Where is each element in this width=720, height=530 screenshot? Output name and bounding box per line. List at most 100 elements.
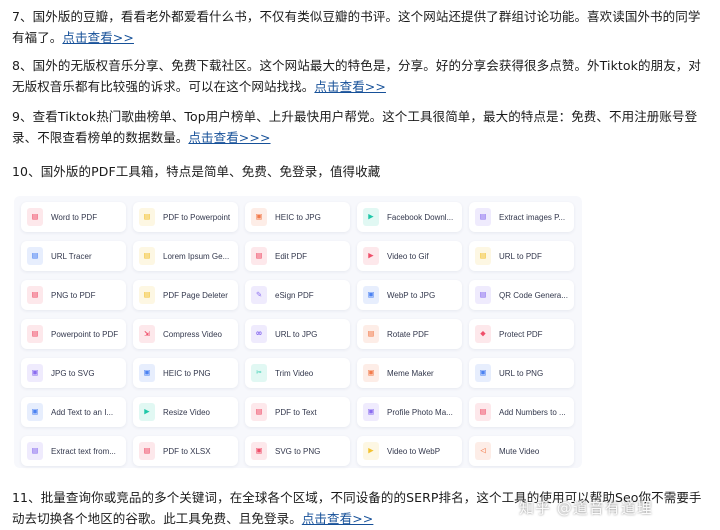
tool-tile[interactable]: ▣ JPG to SVG [21,358,126,388]
tool-label: URL to PDF [499,251,542,261]
document-icon: ▤ [27,442,43,460]
tool-label: HEIC to JPG [275,212,321,222]
tool-tile[interactable]: ▤ Word to PDF [21,202,126,232]
tool-tile[interactable]: ✂ Trim Video [245,358,350,388]
tool-label: Edit PDF [275,251,308,261]
paragraph-text: 10、国外版的PDF工具箱，特点是简单、免费、免登录，值得收藏 [12,164,381,179]
tool-label: Compress Video [163,329,222,339]
mute-icon: ◁ [475,442,491,460]
document-icon: ▤ [475,286,491,304]
tool-label: Word to PDF [51,212,98,222]
document-icon: ▤ [27,286,43,304]
tool-tile[interactable]: ▤ Extract images P... [469,202,574,232]
tool-label: URL to PNG [499,368,544,378]
document-icon: ▤ [27,208,43,226]
view-link-9[interactable]: 点击查看>>> [188,130,270,145]
tool-tile[interactable]: ▣ WebP to JPG [357,280,462,310]
view-link-8[interactable]: 点击查看>> [314,79,386,94]
tool-label: Video to Gif [387,251,429,261]
tool-label: Protect PDF [499,329,543,339]
image-icon: ▣ [27,403,43,421]
image-icon: ▣ [251,208,267,226]
tool-tile[interactable]: ▤ Lorem Ipsum Ge... [133,241,238,271]
tool-tile[interactable]: ▶ Resize Video [133,397,238,427]
tool-label: Profile Photo Ma... [387,407,453,417]
tool-label: Video to WebP [387,446,441,456]
pdf-tools-grid: ▤ Word to PDF ▤ PDF to Powerpoint ▣ HEIC to J… [14,196,582,468]
image-icon: ▣ [27,364,43,382]
tool-label: WebP to JPG [387,290,436,300]
tool-label: Powerpoint to PDF [51,329,119,339]
zhihu-watermark: 知乎 @道音有道理 [519,499,653,517]
tool-tile[interactable]: ▤ Add Numbers to ... [469,397,574,427]
tool-label: PDF to Text [275,407,317,417]
tool-tile[interactable]: ▤ PNG to PDF [21,280,126,310]
tool-tile[interactable]: ▤ PDF to XLSX [133,436,238,466]
tool-label: HEIC to PNG [163,368,211,378]
tool-label: Meme Maker [387,368,434,378]
tool-label: PNG to PDF [51,290,96,300]
tool-tile[interactable]: ▶ Video to WebP [357,436,462,466]
link-icon: ∞ [251,325,267,343]
document-icon: ▤ [27,325,43,343]
tool-tile[interactable]: ▤ Rotate PDF [357,319,462,349]
tool-tile[interactable]: ▤ PDF to Text [245,397,350,427]
compress-icon: ⇲ [139,325,155,343]
image-icon: ▣ [251,442,267,460]
tool-tile[interactable]: ▤ Powerpoint to PDF [21,319,126,349]
document-icon: ▤ [139,286,155,304]
tool-tile[interactable]: ▤ QR Code Genera... [469,280,574,310]
tool-tile[interactable]: ▣ SVG to PNG [245,436,350,466]
image-icon: ▣ [475,364,491,382]
tool-tile[interactable]: ▶ Video to Gif [357,241,462,271]
tool-tile[interactable]: ◁ Mute Video [469,436,574,466]
tool-label: Mute Video [499,446,540,456]
tool-label: PDF to XLSX [163,446,211,456]
tool-tile[interactable]: ▤ Extract text from... [21,436,126,466]
tool-label: Lorem Ipsum Ge... [163,251,230,261]
tool-tile[interactable]: ▣ Profile Photo Ma... [357,397,462,427]
tool-tile[interactable]: ◆ Protect PDF [469,319,574,349]
document-icon: ▤ [475,208,491,226]
paragraph-7: 7、国外版的豆瓣，看看老外都爱看什么书，不仅有类似豆瓣的书评。这个网站还提供了群… [12,6,712,48]
tool-label: JPG to SVG [51,368,95,378]
image-icon: ▣ [139,364,155,382]
tool-tile[interactable]: ▤ Edit PDF [245,241,350,271]
video-icon: ▶ [363,208,379,226]
tool-tile[interactable]: ▤ PDF to Powerpoint [133,202,238,232]
tool-label: Extract images P... [499,212,566,222]
tool-tile[interactable]: ∞ URL to JPG [245,319,350,349]
tool-tile[interactable]: ▤ PDF Page Deleter [133,280,238,310]
tool-tile[interactable]: ▤ URL to PDF [469,241,574,271]
video-icon: ▶ [363,247,379,265]
tool-tile[interactable]: ▤ URL Tracer [21,241,126,271]
tool-tile[interactable]: ⇲ Compress Video [133,319,238,349]
view-link-7[interactable]: 点击查看>> [62,30,134,45]
document-icon: ▤ [139,247,155,265]
tool-label: Add Text to an I... [51,407,114,417]
image-icon: ▣ [363,286,379,304]
edit-icon: ✎ [251,286,267,304]
tool-label: Facebook Downl... [387,212,454,222]
tool-tile[interactable]: ▣ URL to PNG [469,358,574,388]
tool-tile[interactable]: ▣ Meme Maker [357,358,462,388]
scissors-icon: ✂ [251,364,267,382]
view-link-11[interactable]: 点击查看>> [302,511,374,526]
tool-tile[interactable]: ▣ Add Text to an I... [21,397,126,427]
tool-label: Add Numbers to ... [499,407,566,417]
tool-tile[interactable]: ▶ Facebook Downl... [357,202,462,232]
document-icon: ▤ [139,208,155,226]
tool-tile[interactable]: ▣ HEIC to JPG [245,202,350,232]
tool-label: QR Code Genera... [499,290,568,300]
image-icon: ▣ [363,403,379,421]
image-icon: ▣ [363,364,379,382]
document-icon: ▤ [27,247,43,265]
tool-tile[interactable]: ▣ HEIC to PNG [133,358,238,388]
paragraph-text: 9、查看Tiktok热门歌曲榜单、Top用户榜单、上升最快用户帮党。这个工具很简… [12,109,698,145]
tool-label: Trim Video [275,368,314,378]
tool-label: PDF to Powerpoint [163,212,231,222]
document-icon: ▤ [251,247,267,265]
tool-tile[interactable]: ✎ eSign PDF [245,280,350,310]
video-icon: ▶ [139,403,155,421]
document-icon: ▤ [139,442,155,460]
